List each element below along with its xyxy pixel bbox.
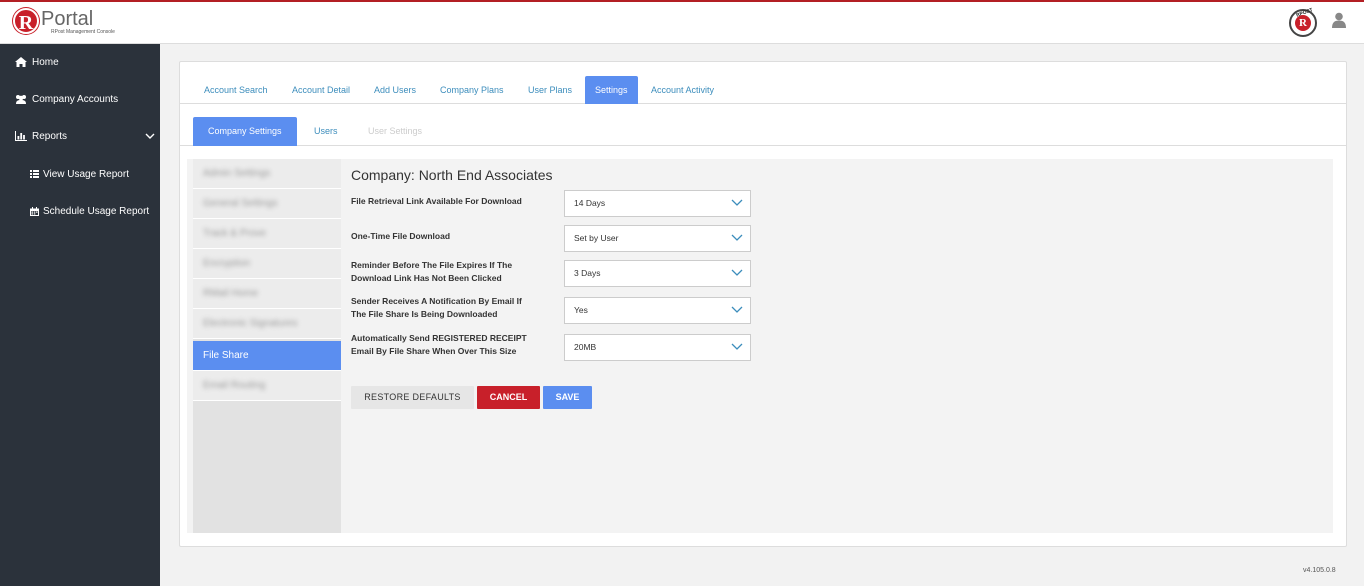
sidebar-item-company-accounts[interactable]: Company Accounts (0, 87, 160, 111)
restore-defaults-button[interactable]: RESTORE DEFAULTS (351, 386, 474, 409)
tab-users[interactable]: Users (304, 117, 348, 146)
sidebar-item-label: Schedule Usage Report (43, 205, 150, 217)
logo-title: Portal (41, 8, 94, 30)
tab-settings[interactable]: Settings (585, 76, 638, 104)
settings-subtabs: Company Settings Users User Settings (180, 117, 1346, 146)
tab-account-activity[interactable]: Account Activity (641, 76, 724, 104)
logo-r-mark: R (13, 8, 39, 34)
cancel-button[interactable]: CANCEL (477, 386, 540, 409)
sidebar-item-label: View Usage Report (43, 168, 129, 180)
sidebar: Home Company Accounts Reports View Usage… (0, 44, 160, 586)
chevron-down-icon (731, 343, 743, 350)
calendar-icon (30, 206, 39, 216)
tab-user-plans[interactable]: User Plans (518, 76, 582, 104)
chevron-down-icon (731, 234, 743, 241)
left-menu-item[interactable]: General Settings (193, 189, 341, 219)
logo-subtitle: RPost Management Console (51, 29, 115, 35)
bar-chart-icon (15, 131, 27, 141)
retrieval-link-select[interactable]: 14 Days (564, 190, 751, 217)
sidebar-item-label: Reports (32, 130, 68, 142)
registered-receipt-size-select[interactable]: 20MB (564, 334, 751, 361)
chevron-down-icon[interactable] (145, 131, 155, 141)
settings-content: Admin Settings General Settings Track & … (187, 159, 1333, 533)
list-icon (30, 170, 39, 178)
save-button[interactable]: SAVE (543, 386, 592, 409)
sidebar-item-label: Company Accounts (32, 93, 119, 105)
sidebar-item-view-usage-report[interactable]: View Usage Report (0, 162, 160, 186)
version-label: v4.105.0.8 (1303, 567, 1336, 574)
left-menu-item-file-share[interactable]: File Share (193, 341, 341, 371)
tab-user-settings: User Settings (368, 126, 423, 136)
sidebar-item-label: Home (32, 56, 59, 68)
tab-account-search[interactable]: Account Search (194, 76, 278, 104)
chevron-down-icon (731, 269, 743, 276)
rportal-logo[interactable]: R Portal RPost Management Console (13, 8, 115, 35)
settings-left-menu: Admin Settings General Settings Track & … (193, 159, 341, 533)
left-menu-item[interactable]: Electronic Signatures (193, 309, 341, 339)
left-menu-item[interactable]: Encryption (193, 249, 341, 279)
download-notification-select[interactable]: Yes (564, 297, 751, 324)
rpost-badge[interactable]: RPOST R (1289, 7, 1317, 37)
company-title: Company: North End Associates (351, 167, 553, 183)
sidebar-item-schedule-usage-report[interactable]: Schedule Usage Report (0, 199, 160, 223)
account-tabs: Account Search Account Detail Add Users … (180, 76, 1346, 104)
tab-company-settings[interactable]: Company Settings (193, 117, 297, 146)
chevron-down-icon (731, 199, 743, 206)
users-icon (16, 95, 26, 104)
field-label-download-notification: Sender Receives A Notification By Email … (351, 296, 522, 319)
tab-add-users[interactable]: Add Users (364, 76, 426, 104)
left-menu-item[interactable]: Admin Settings (193, 159, 341, 189)
top-bar: R Portal RPost Management Console RPOST … (0, 0, 1364, 44)
tab-company-plans[interactable]: Company Plans (430, 76, 514, 104)
home-icon (15, 57, 27, 67)
left-menu-item[interactable]: RMail Home (193, 279, 341, 309)
field-label-retrieval-link: File Retrieval Link Available For Downlo… (351, 196, 522, 206)
tab-account-detail[interactable]: Account Detail (282, 76, 360, 104)
main-panel: Account Search Account Detail Add Users … (179, 61, 1347, 547)
field-label-one-time-download: One-Time File Download (351, 231, 451, 241)
field-label-reminder: Reminder Before The File Expires If The … (351, 260, 513, 283)
reminder-select[interactable]: 3 Days (564, 260, 751, 287)
left-menu-item[interactable]: Email Routing (193, 371, 341, 401)
user-icon[interactable] (1332, 12, 1346, 28)
sidebar-item-home[interactable]: Home (0, 50, 160, 74)
field-label-registered-receipt: Automatically Send REGISTERED RECEIPT Em… (351, 333, 527, 356)
sidebar-item-reports[interactable]: Reports (0, 124, 160, 148)
left-menu-item[interactable]: Track & Prove (193, 219, 341, 249)
chevron-down-icon (731, 306, 743, 313)
one-time-download-select[interactable]: Set by User (564, 225, 751, 252)
